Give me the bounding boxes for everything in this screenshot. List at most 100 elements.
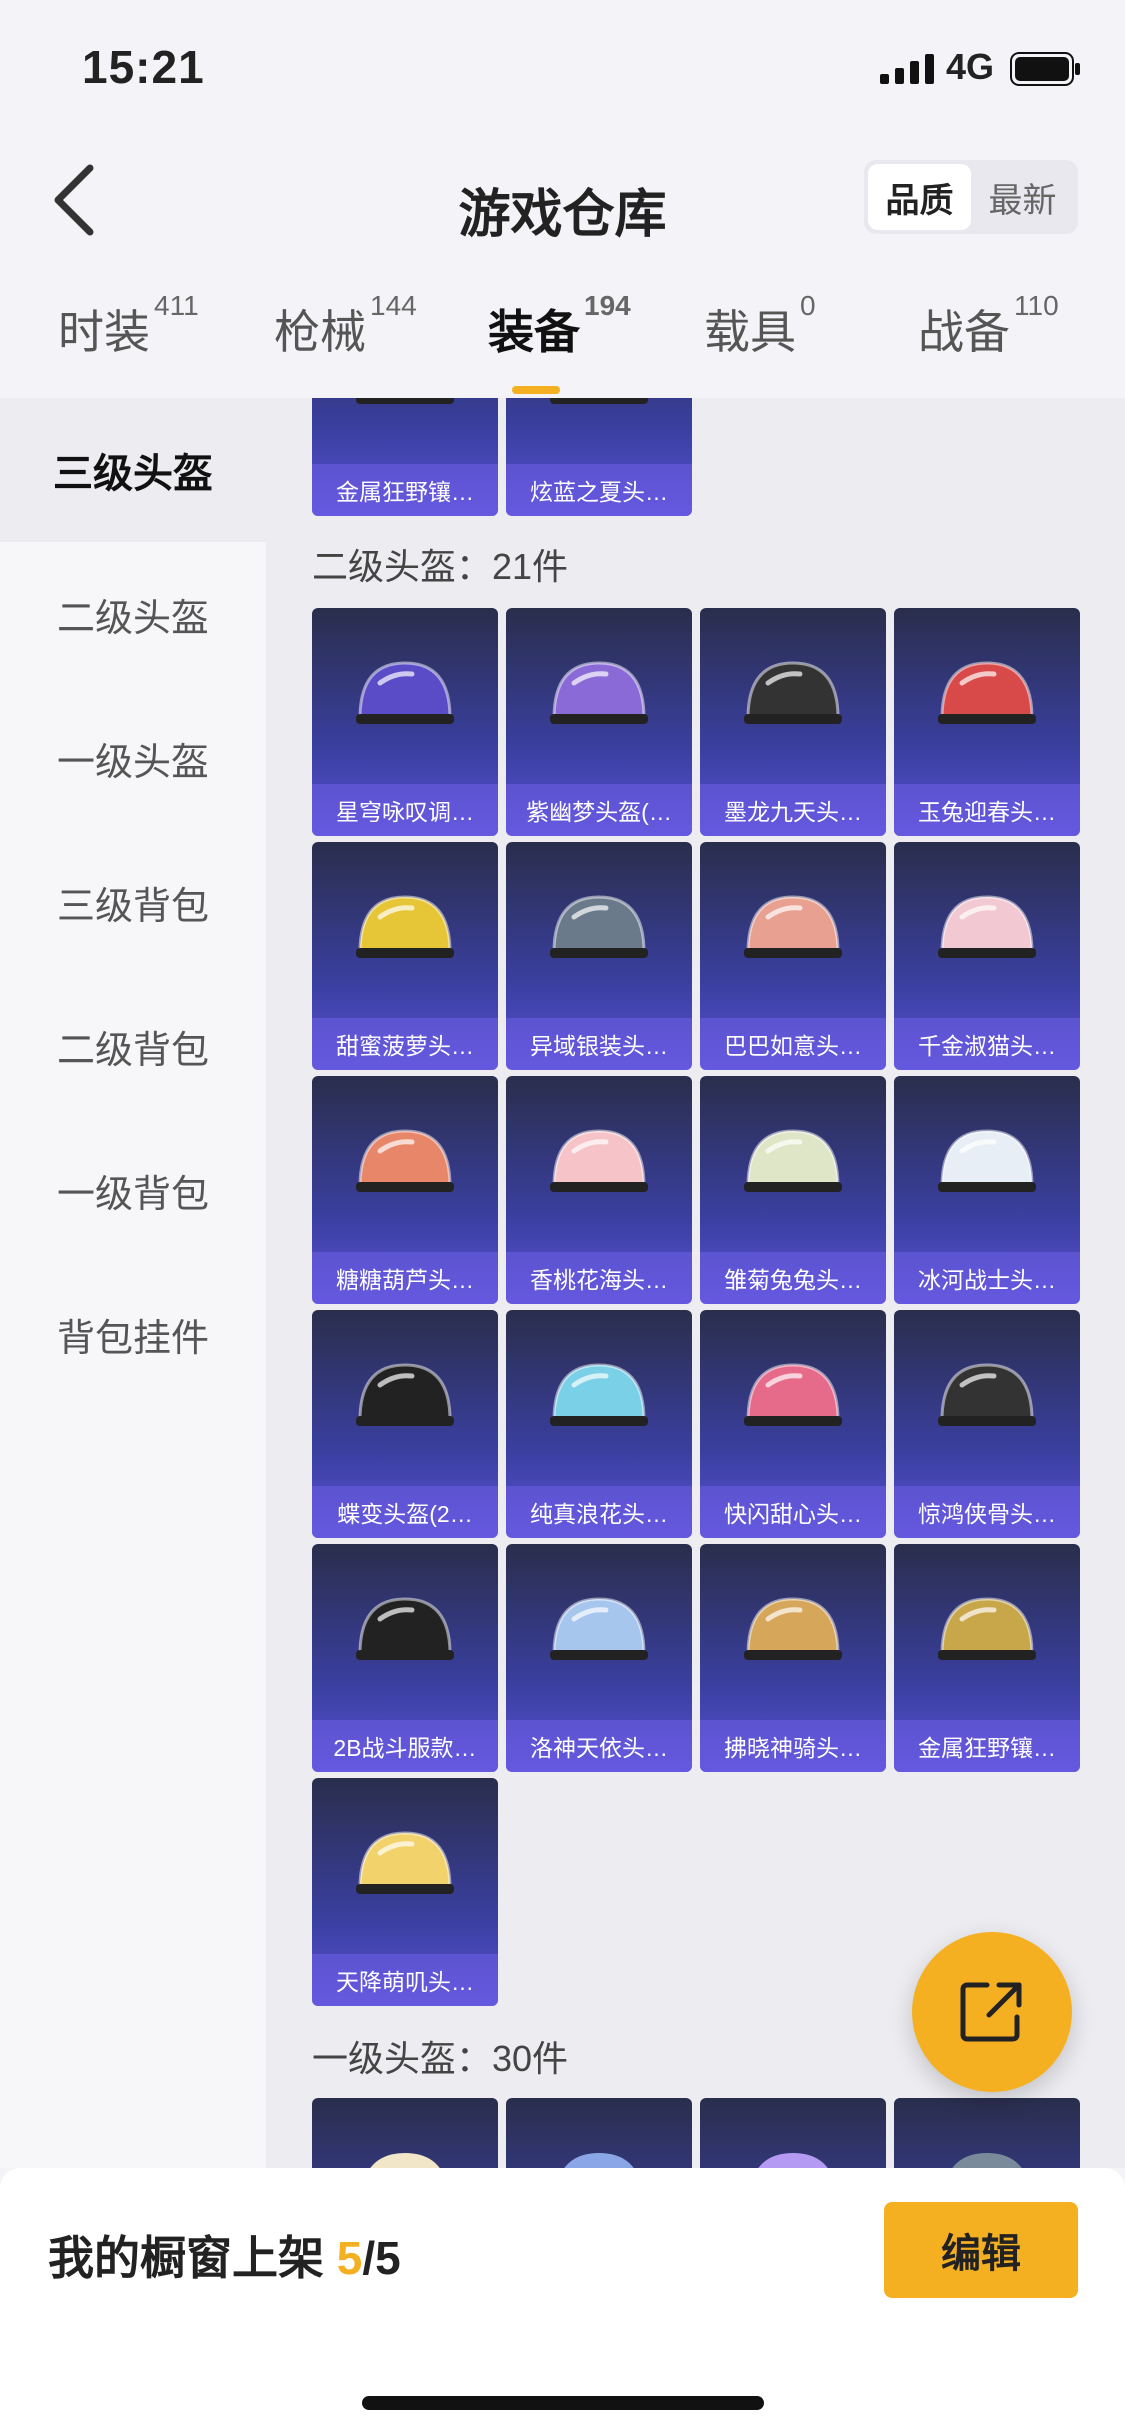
- battery-icon: [1010, 52, 1080, 86]
- item-name: 蝶变头盔(2…: [312, 1486, 498, 1538]
- sidebar-item-level2-helmet[interactable]: 二级头盔: [0, 542, 266, 686]
- showcase-label: 我的橱窗上架 5/5: [48, 2222, 401, 2288]
- helmet-icon: [938, 1363, 1036, 1426]
- item-card[interactable]: 香桃花海头…: [506, 1076, 692, 1304]
- helmet-icon: [938, 1129, 1036, 1192]
- tab-label: 时装: [58, 306, 150, 358]
- item-card[interactable]: 纯真浪花头…: [506, 1310, 692, 1538]
- tab-gear[interactable]: 战备110: [918, 290, 1059, 362]
- section-level1-heading: 一级头盔：30件: [312, 2038, 569, 2079]
- item-card[interactable]: 蝶变头盔(2…: [312, 1310, 498, 1538]
- helmet-icon: [550, 661, 648, 724]
- item-name: 洛神天依头…: [506, 1720, 692, 1772]
- item-card[interactable]: 雏菊兔兔头…: [700, 1076, 886, 1304]
- item-grid: 金属狂野镶… 炫蓝之夏头… 星穹咏叹调… 紫幽梦头盔(… 墨龙九天头… 玉兔迎春头… 甜蜜菠…: [266, 398, 1125, 2168]
- helmet-icon: [356, 1831, 454, 1894]
- tab-label: 载具: [704, 306, 796, 358]
- helmet-icon: [356, 895, 454, 958]
- item-card[interactable]: 冰河战士头…: [894, 1076, 1080, 1304]
- sidebar-item-level3-helmet[interactable]: 三级头盔: [0, 398, 266, 542]
- sidebar-item-level1-backpack[interactable]: 一级背包: [0, 1118, 266, 1262]
- helmet-icon: [550, 1129, 648, 1192]
- helmet-icon: [370, 2153, 440, 2168]
- tab-equipment[interactable]: 装备194: [488, 290, 631, 394]
- item-card[interactable]: 金属狂野镶…: [894, 1544, 1080, 1772]
- item-name: 天降萌叽头…: [312, 1954, 498, 2006]
- helmet-icon: [744, 1129, 842, 1192]
- tab-label: 战备: [918, 306, 1010, 358]
- helmet-icon: [356, 1363, 454, 1426]
- item-card[interactable]: 金属狂野镶…: [312, 398, 498, 516]
- tab-count: 0: [800, 290, 816, 321]
- item-card[interactable]: 千金淑猫头…: [894, 842, 1080, 1070]
- item-card[interactable]: 甜蜜菠萝头…: [312, 842, 498, 1070]
- item-card[interactable]: [700, 2098, 886, 2168]
- tab-fashion[interactable]: 时装411: [58, 290, 199, 362]
- showcase-text: 我的橱窗上架: [48, 2232, 324, 2284]
- helmet-icon: [758, 2153, 828, 2168]
- item-name: 玉兔迎春头…: [894, 784, 1080, 836]
- sidebar-item-backpack-charm[interactable]: 背包挂件: [0, 1262, 266, 1406]
- tab-count: 144: [370, 290, 417, 321]
- sort-toggle[interactable]: 品质 最新: [864, 160, 1078, 234]
- item-name: 紫幽梦头盔(…: [506, 784, 692, 836]
- item-name: 甜蜜菠萝头…: [312, 1018, 498, 1070]
- helmet-icon: [356, 1597, 454, 1660]
- helmet-icon: [744, 1597, 842, 1660]
- helmet-icon: [744, 895, 842, 958]
- item-card[interactable]: 紫幽梦头盔(…: [506, 608, 692, 836]
- item-name: 快闪甜心头…: [700, 1486, 886, 1538]
- helmet-icon: [952, 2153, 1022, 2168]
- helmet-icon: [744, 1363, 842, 1426]
- section-level2-heading: 二级头盔：21件: [312, 546, 569, 587]
- item-name: 千金淑猫头…: [894, 1018, 1080, 1070]
- tab-vehicles[interactable]: 载具0: [704, 290, 816, 362]
- helmet-icon: [938, 895, 1036, 958]
- item-name: 惊鸿侠骨头…: [894, 1486, 1080, 1538]
- item-card[interactable]: 天降萌叽头…: [312, 1778, 498, 2006]
- item-card[interactable]: 玉兔迎春头…: [894, 608, 1080, 836]
- tab-count: 194: [584, 290, 631, 321]
- item-card[interactable]: [894, 2098, 1080, 2168]
- sidebar-item-level3-backpack[interactable]: 三级背包: [0, 830, 266, 974]
- item-card[interactable]: 拂晓神骑头…: [700, 1544, 886, 1772]
- item-card[interactable]: [312, 2098, 498, 2168]
- item-name: 金属狂野镶…: [312, 464, 498, 516]
- item-card[interactable]: 糖糖葫芦头…: [312, 1076, 498, 1304]
- item-card[interactable]: 2B战斗服款…: [312, 1544, 498, 1772]
- sidebar-item-level2-backpack[interactable]: 二级背包: [0, 974, 266, 1118]
- helmet-icon: [550, 398, 648, 404]
- item-card[interactable]: 洛神天依头…: [506, 1544, 692, 1772]
- tab-weapons[interactable]: 枪械144: [274, 290, 417, 362]
- item-name: 香桃花海头…: [506, 1252, 692, 1304]
- sort-quality[interactable]: 品质: [868, 164, 971, 230]
- sidebar-item-level1-helmet[interactable]: 一级头盔: [0, 686, 266, 830]
- share-icon: [960, 1982, 1022, 2042]
- item-card[interactable]: [506, 2098, 692, 2168]
- helmet-icon: [564, 2153, 634, 2168]
- item-card[interactable]: 墨龙九天头…: [700, 608, 886, 836]
- item-card[interactable]: 星穹咏叹调…: [312, 608, 498, 836]
- item-card[interactable]: 异域银装头…: [506, 842, 692, 1070]
- category-tabs: 时装411 枪械144 装备194 载具0 战备110: [0, 280, 1125, 400]
- header: 游戏仓库 品质 最新: [0, 130, 1125, 270]
- item-name: 巴巴如意头…: [700, 1018, 886, 1070]
- item-card[interactable]: 惊鸿侠骨头…: [894, 1310, 1080, 1538]
- helmet-icon: [938, 661, 1036, 724]
- sort-newest[interactable]: 最新: [971, 164, 1074, 230]
- tab-count: 411: [154, 290, 199, 321]
- item-name: 纯真浪花头…: [506, 1486, 692, 1538]
- helmet-icon: [356, 661, 454, 724]
- home-indicator[interactable]: [362, 2396, 764, 2410]
- item-card[interactable]: 巴巴如意头…: [700, 842, 886, 1070]
- tab-underline: [512, 386, 560, 394]
- item-name: 金属狂野镶…: [894, 1720, 1080, 1772]
- item-card[interactable]: 快闪甜心头…: [700, 1310, 886, 1538]
- share-button[interactable]: [912, 1932, 1072, 2092]
- helmet-icon: [356, 1129, 454, 1192]
- edit-button[interactable]: 编辑: [884, 2202, 1078, 2298]
- item-name: 冰河战士头…: [894, 1252, 1080, 1304]
- item-card[interactable]: 炫蓝之夏头…: [506, 398, 692, 516]
- helmet-icon: [356, 398, 454, 404]
- tab-label: 枪械: [274, 306, 366, 358]
